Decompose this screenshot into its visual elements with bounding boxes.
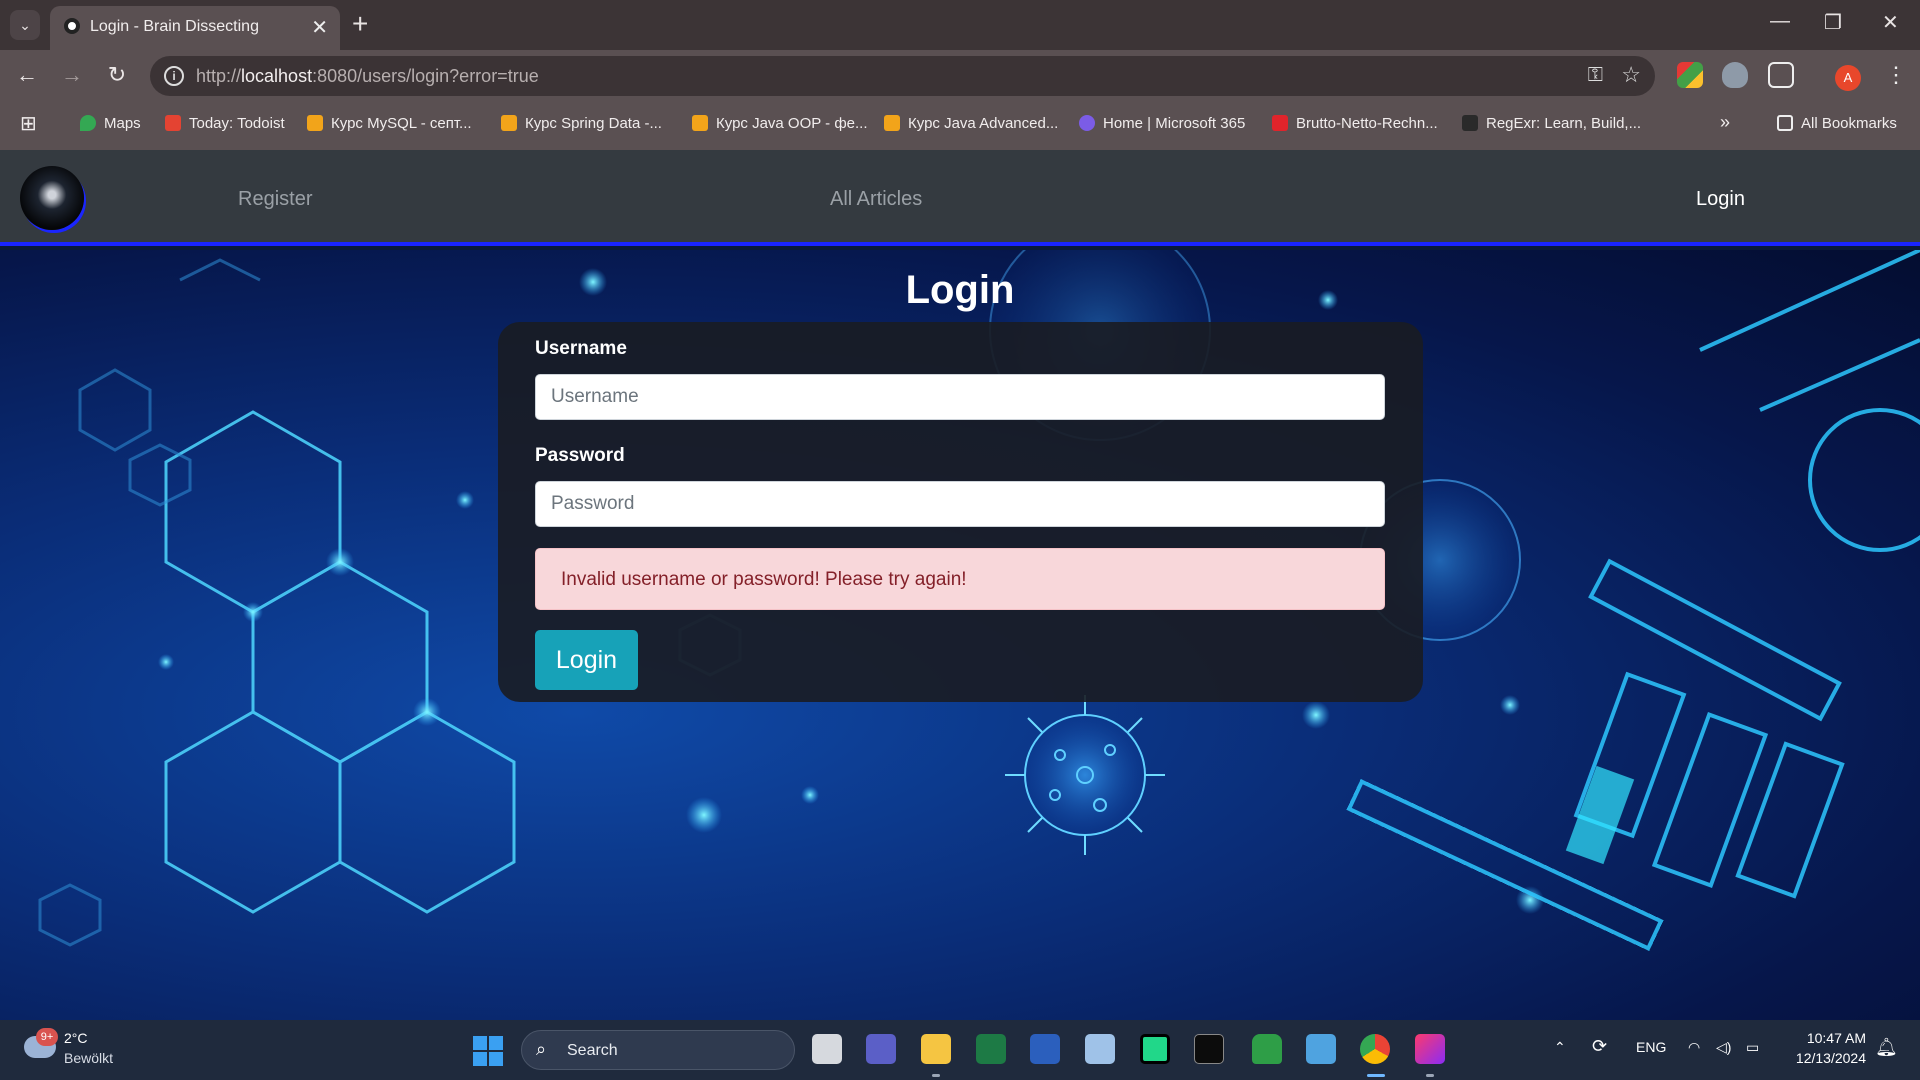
browser-tab-active[interactable]: Login - Brain Dissecting ✕	[50, 6, 340, 50]
bookmark-star-icon[interactable]: ☆	[1621, 62, 1641, 88]
file-explorer-icon[interactable]	[921, 1034, 951, 1064]
nav-login-link[interactable]: Login	[1696, 188, 1745, 211]
bookmark-favicon-icon	[1272, 115, 1288, 131]
extensions-puzzle-icon[interactable]	[1768, 62, 1794, 88]
running-indicator	[1426, 1074, 1434, 1077]
volume-icon[interactable]: ◁)	[1716, 1039, 1731, 1056]
web-page: Register All Articles Login Login Userna…	[0, 150, 1920, 1020]
tab-title: Login - Brain Dissecting	[90, 18, 259, 35]
page-title: Login	[905, 268, 1015, 312]
language-indicator[interactable]: ENG	[1636, 1039, 1666, 1055]
site-navbar: Register All Articles Login	[0, 150, 1920, 246]
password-key-icon[interactable]: ⚿	[1588, 64, 1603, 87]
bookmark-item[interactable]: Brutto-Netto-Rechn...	[1272, 115, 1438, 132]
reload-icon[interactable]: ↻	[102, 60, 132, 90]
address-bar[interactable]: i http://localhost:8080/users/login?erro…	[150, 56, 1655, 96]
folder-icon	[1777, 115, 1793, 131]
weather-temperature[interactable]: 2°C	[64, 1030, 88, 1046]
wifi-icon[interactable]: ◠	[1688, 1039, 1700, 1056]
system-clock[interactable]: 10:47 AM 12/13/2024	[1780, 1030, 1866, 1070]
bookmark-item[interactable]: Maps	[80, 115, 141, 132]
bookmark-item[interactable]: RegExr: Learn, Build,...	[1462, 115, 1641, 132]
teams-icon[interactable]	[866, 1034, 896, 1064]
new-tab-button[interactable]: +	[352, 8, 368, 40]
excel-icon[interactable]	[976, 1034, 1006, 1064]
password-input[interactable]	[535, 481, 1385, 527]
bookmark-item[interactable]: Today: Todoist	[165, 115, 285, 132]
search-label: Search	[567, 1042, 618, 1059]
bookmark-favicon-icon	[165, 115, 181, 131]
site-logo[interactable]	[20, 166, 84, 230]
chevron-up-icon[interactable]: ⌃	[1554, 1039, 1566, 1056]
bookmark-favicon-icon	[501, 115, 517, 131]
bookmark-item[interactable]: Курс Java OOP - фе...	[692, 115, 868, 132]
photos-icon[interactable]	[1085, 1034, 1115, 1064]
browser-tabstrip: ⌄ Login - Brain Dissecting ✕ + — ❐ ✕	[0, 0, 1920, 50]
site-info-icon[interactable]: i	[164, 66, 184, 86]
bookmark-item[interactable]: Курс Spring Data -...	[501, 115, 662, 132]
task-view-icon[interactable]	[812, 1034, 842, 1064]
chevron-down-icon: ⌄	[19, 16, 31, 33]
bell-icon[interactable]: 🔔︎	[1875, 1037, 1898, 1058]
active-indicator	[1367, 1074, 1385, 1077]
forward-icon[interactable]: →	[57, 60, 87, 90]
apps-grid-icon[interactable]: ⊞	[20, 111, 37, 136]
bookmark-favicon-icon	[80, 115, 96, 131]
weather-description[interactable]: Bewölkt	[64, 1050, 113, 1066]
login-button[interactable]: Login	[535, 630, 638, 690]
clock-date: 12/13/2024	[1795, 1050, 1866, 1066]
error-alert: Invalid username or password! Please try…	[535, 548, 1385, 610]
clock-time: 10:47 AM	[1806, 1030, 1866, 1046]
terminal-icon[interactable]	[1194, 1034, 1224, 1064]
bookmark-item[interactable]: Home | Microsoft 365	[1079, 115, 1245, 132]
running-indicator	[932, 1074, 940, 1077]
battery-icon[interactable]: ▭	[1746, 1039, 1759, 1056]
extension-icon[interactable]	[1677, 62, 1703, 88]
intellij-icon[interactable]	[1415, 1034, 1445, 1064]
bookmark-favicon-icon	[692, 115, 708, 131]
more-bookmarks-icon[interactable]: »	[1720, 112, 1730, 133]
back-icon[interactable]: ←	[12, 60, 42, 90]
bookmark-favicon-icon	[307, 115, 323, 131]
word-icon[interactable]	[1030, 1034, 1060, 1064]
taskbar-search[interactable]: ⌕ Search	[521, 1030, 795, 1070]
bookmark-item[interactable]: Курс MySQL - септ...	[307, 115, 472, 132]
lock-icon[interactable]	[1252, 1034, 1282, 1064]
menu-kebab-icon[interactable]: ⋮	[1885, 62, 1907, 88]
url-text[interactable]: http://localhost:8080/users/login?error=…	[196, 66, 539, 87]
bookmark-favicon-icon	[884, 115, 900, 131]
bookmarks-bar: ⊞ Maps Today: Todoist Курс MySQL - септ.…	[0, 100, 1920, 150]
bookmark-favicon-icon	[1462, 115, 1478, 131]
chrome-icon[interactable]	[1360, 1034, 1390, 1064]
close-tab-icon[interactable]: ✕	[311, 15, 328, 40]
nav-all-articles-link[interactable]: All Articles	[830, 188, 922, 211]
sync-icon[interactable]: ⟳	[1592, 1036, 1607, 1057]
shield-icon[interactable]	[1722, 62, 1748, 88]
login-form: Username Password Invalid username or pa…	[498, 322, 1423, 702]
nav-register-link[interactable]: Register	[238, 188, 312, 211]
bookmark-item[interactable]: Курс Java Advanced...	[884, 115, 1058, 132]
restore-icon[interactable]: ❐	[1824, 10, 1842, 35]
search-icon: ⌕	[536, 1039, 547, 1059]
minimize-icon[interactable]: —	[1770, 10, 1790, 33]
site-favicon-icon	[64, 18, 80, 34]
pycharm-icon[interactable]	[1140, 1034, 1170, 1064]
password-label: Password	[535, 445, 625, 466]
bookmark-favicon-icon	[1079, 115, 1095, 131]
close-window-icon[interactable]: ✕	[1882, 10, 1899, 35]
username-label: Username	[535, 338, 627, 359]
browser-toolbar: ← → ↻ i http://localhost:8080/users/logi…	[0, 50, 1920, 100]
notification-badge: 9+	[36, 1028, 58, 1046]
tab-search-button[interactable]: ⌄	[10, 10, 40, 40]
windows-start-icon[interactable]	[473, 1036, 503, 1066]
notepad-icon[interactable]	[1306, 1034, 1336, 1064]
profile-avatar[interactable]: A	[1835, 65, 1861, 91]
all-bookmarks-folder[interactable]: All Bookmarks	[1777, 115, 1897, 132]
windows-taskbar: 9+ 2°C Bewölkt ⌕ Search ⌃ ⟳ ENG ◠ ◁) ▭ 1…	[0, 1020, 1920, 1080]
username-input[interactable]	[535, 374, 1385, 420]
